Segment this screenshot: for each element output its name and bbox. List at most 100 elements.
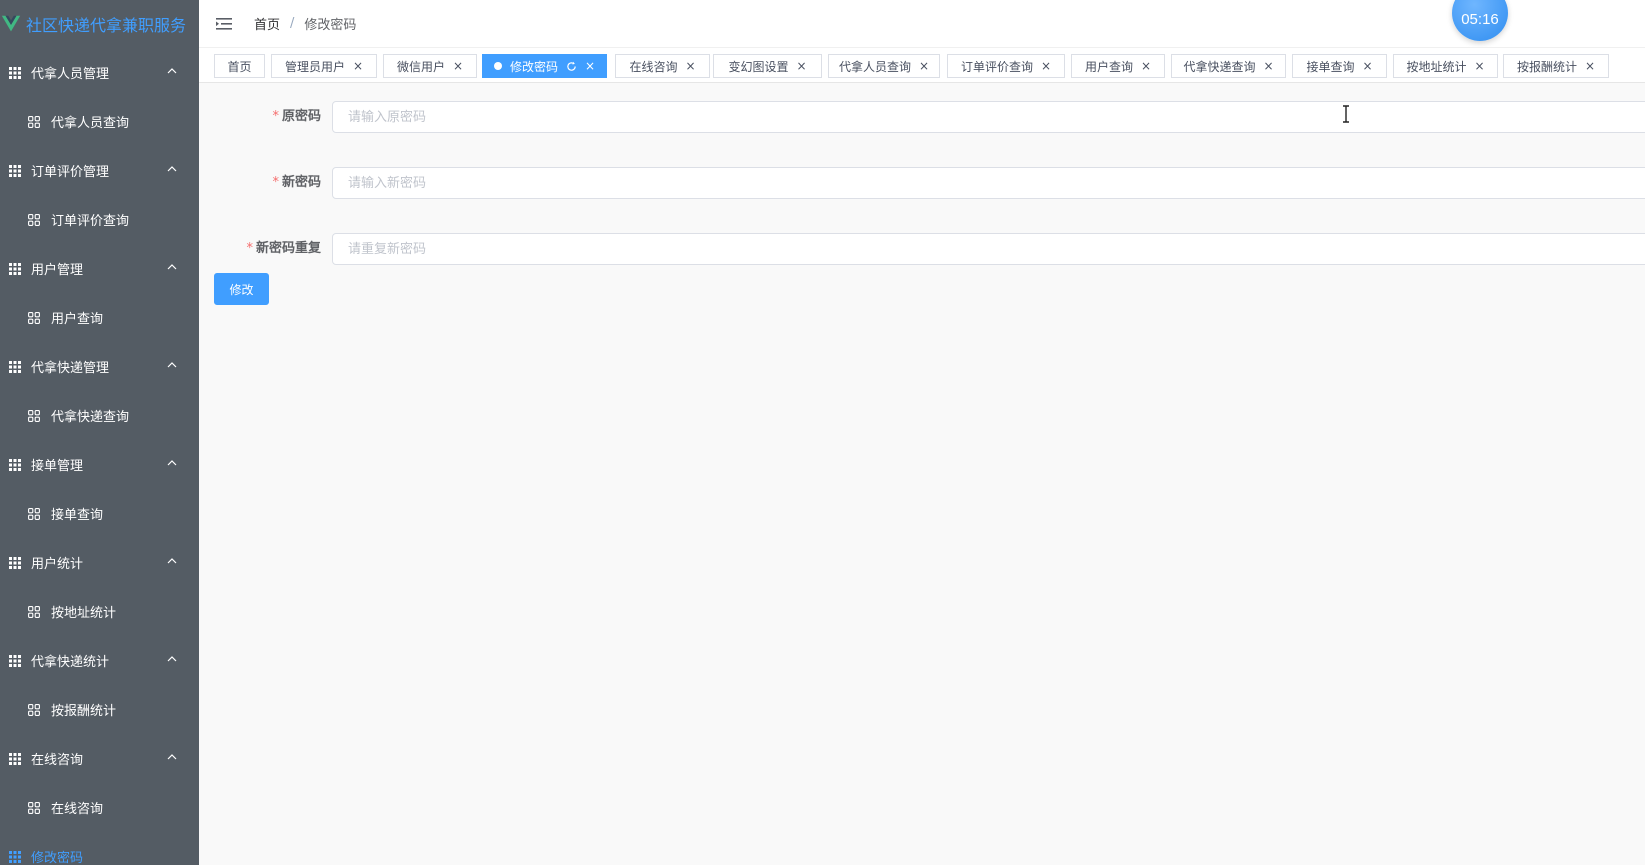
sidebar-item-3[interactable]: 代拿快递查询	[0, 391, 199, 440]
apps-icon	[28, 703, 40, 716]
grid-icon	[9, 262, 21, 275]
apps-icon	[28, 507, 40, 520]
sidebar-item-2[interactable]: 用户查询	[0, 293, 199, 342]
tab-2[interactable]: 微信用户 ×	[383, 54, 477, 78]
tab-label: 管理员用户	[284, 59, 345, 74]
chevron-up-icon	[165, 358, 179, 372]
top-header: 首页 / 修改密码 05:16	[199, 0, 1645, 47]
repeat-password-label: * 新密码重复	[246, 233, 321, 265]
sidebar-item-label: 订单评价查询	[51, 214, 130, 229]
grid-icon	[9, 164, 21, 177]
tab-4[interactable]: 在线咨询 ×	[615, 54, 710, 78]
tab-0[interactable]: 首页	[214, 54, 265, 78]
breadcrumb-home[interactable]: 首页	[254, 14, 280, 33]
sidebar-group-label: 代拿快递管理	[31, 361, 110, 376]
timer-badge: 05:16	[1452, 0, 1508, 41]
chevron-up-icon	[165, 64, 179, 78]
close-icon[interactable]: ×	[453, 60, 463, 72]
sidebar-group-label: 用户管理	[31, 263, 84, 278]
apps-icon	[28, 605, 40, 618]
close-icon[interactable]: ×	[1141, 60, 1151, 72]
sidebar-group-2[interactable]: 用户管理	[0, 244, 199, 293]
tab-1[interactable]: 管理员用户 ×	[271, 54, 377, 78]
chevron-up-icon	[165, 162, 179, 176]
tab-9[interactable]: 代拿快递查询 ×	[1171, 54, 1286, 78]
tab-5[interactable]: 变幻图设置 ×	[713, 54, 822, 78]
old-password-input[interactable]	[332, 101, 1645, 133]
sidebar-item-label: 按地址统计	[51, 606, 117, 621]
sidebar-item-7[interactable]: 在线咨询	[0, 783, 199, 832]
sidebar-group-1[interactable]: 订单评价管理	[0, 146, 199, 195]
tab-11[interactable]: 按地址统计 ×	[1393, 54, 1498, 78]
tab-12[interactable]: 按报酬统计 ×	[1503, 54, 1609, 78]
close-icon[interactable]: ×	[1474, 60, 1484, 72]
new-password-input[interactable]	[332, 167, 1645, 199]
active-dot-icon	[493, 62, 502, 70]
sidebar-group-5[interactable]: 用户统计	[0, 538, 199, 587]
tab-label: 用户查询	[1084, 59, 1133, 74]
repeat-password-row: * 新密码重复	[199, 233, 1645, 265]
sidebar-group-3[interactable]: 代拿快递管理	[0, 342, 199, 391]
tab-7[interactable]: 订单评价查询 ×	[947, 54, 1065, 78]
brand: 社区快递代拿兼职服务	[0, 0, 199, 48]
sidebar-group-label: 代拿快递统计	[31, 655, 110, 670]
sidebar-item-label: 按报酬统计	[51, 704, 117, 719]
tab-6[interactable]: 代拿人员查询 ×	[828, 54, 940, 78]
text-cursor-icon	[1343, 105, 1349, 123]
chevron-up-icon	[165, 750, 179, 764]
close-icon[interactable]: ×	[1362, 60, 1372, 72]
sidebar-group-label: 接单管理	[31, 459, 84, 474]
tab-label: 修改密码	[509, 59, 558, 74]
sidebar-group-6[interactable]: 代拿快递统计	[0, 636, 199, 685]
grid-icon	[9, 66, 21, 79]
grid-icon	[9, 654, 21, 667]
sidebar-item-change-password[interactable]: 修改密码	[0, 832, 199, 865]
close-icon[interactable]: ×	[1585, 60, 1595, 72]
required-mark: *	[246, 241, 253, 256]
sidebar-group-4[interactable]: 接单管理	[0, 440, 199, 489]
sidebar-item-6[interactable]: 按报酬统计	[0, 685, 199, 734]
close-icon[interactable]: ×	[353, 60, 363, 72]
sidebar-item-5[interactable]: 按地址统计	[0, 587, 199, 636]
old-password-row: * 原密码	[199, 101, 1645, 133]
grid-icon	[9, 360, 21, 373]
sidebar-group-label: 代拿人员管理	[31, 67, 110, 82]
close-icon[interactable]: ×	[919, 60, 929, 72]
breadcrumb-separator: /	[290, 16, 295, 31]
tab-8[interactable]: 用户查询 ×	[1071, 54, 1165, 78]
hamburger-menu-icon[interactable]	[216, 17, 232, 31]
breadcrumb-current: 修改密码	[304, 18, 357, 33]
tab-label: 按地址统计	[1406, 59, 1467, 74]
chevron-up-icon	[165, 456, 179, 470]
apps-icon	[28, 115, 40, 128]
close-icon[interactable]: ×	[685, 60, 695, 72]
submit-button[interactable]: 修改	[214, 273, 269, 305]
close-icon[interactable]: ×	[796, 60, 806, 72]
apps-icon	[28, 213, 40, 226]
sidebar-group-7[interactable]: 在线咨询	[0, 734, 199, 783]
required-mark: *	[272, 109, 279, 124]
sidebar-item-0[interactable]: 代拿人员查询	[0, 97, 199, 146]
grid-icon	[9, 458, 21, 471]
close-icon[interactable]: ×	[1041, 60, 1051, 72]
sidebar-item-label: 代拿快递查询	[51, 410, 130, 425]
tab-label: 在线咨询	[629, 59, 678, 74]
close-icon[interactable]: ×	[585, 60, 595, 72]
repeat-password-input[interactable]	[332, 233, 1645, 265]
chevron-up-icon	[165, 652, 179, 666]
refresh-icon[interactable]	[566, 61, 577, 72]
old-password-label-text: 原密码	[281, 109, 321, 124]
sidebar-item-1[interactable]: 订单评价查询	[0, 195, 199, 244]
tab-label: 按报酬统计	[1516, 59, 1577, 74]
tab-10[interactable]: 接单查询 ×	[1292, 54, 1387, 78]
close-icon[interactable]: ×	[1263, 60, 1273, 72]
sidebar: 社区快递代拿兼职服务 代拿人员管理代拿人员查询 订单评价管理订单评价查询用户管理用…	[0, 0, 199, 865]
tab-3[interactable]: 修改密码 ×	[482, 54, 607, 78]
old-password-label: * 原密码	[272, 101, 321, 133]
new-password-label: * 新密码	[272, 167, 321, 199]
tab-label: 订单评价查询	[960, 59, 1033, 74]
tab-label: 微信用户	[396, 59, 445, 74]
tab-label: 首页	[227, 59, 252, 74]
sidebar-group-0[interactable]: 代拿人员管理	[0, 48, 199, 97]
sidebar-item-4[interactable]: 接单查询	[0, 489, 199, 538]
